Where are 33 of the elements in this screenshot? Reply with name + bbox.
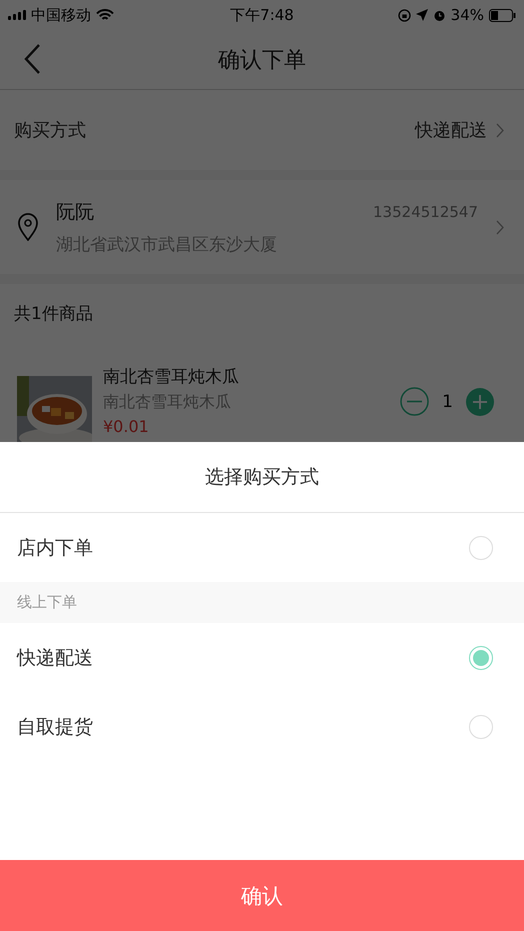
radio-button[interactable] [469, 536, 493, 560]
chevron-icon [496, 220, 504, 234]
option-label: 自取提货 [17, 714, 93, 740]
quantity-value: 1 [442, 392, 453, 412]
option-label: 快递配送 [17, 646, 93, 670]
rotation-lock-icon [398, 8, 411, 22]
page-title: 确认下单 [218, 46, 306, 74]
plus-button[interactable] [466, 388, 494, 416]
signal-icon [8, 10, 26, 20]
back-icon[interactable] [24, 44, 40, 74]
location-pin-icon [18, 213, 38, 241]
location-icon [416, 9, 428, 21]
carrier-name: 中国移动 [31, 6, 91, 24]
minus-button[interactable] [400, 387, 430, 416]
product-name: 南北杏雪耳炖木瓜 [103, 366, 240, 388]
alarm-icon [432, 8, 446, 22]
battery-icon [489, 8, 516, 22]
option-row[interactable]: 店内下单 [0, 513, 524, 582]
sheet-title: 选择购买方式 [205, 465, 319, 490]
option-label: 店内下单 [17, 536, 93, 560]
option-row[interactable]: 快递配送 [0, 623, 524, 692]
purchase-method-label: 购买方式 [14, 119, 86, 142]
status-time: 下午7:48 [230, 6, 294, 24]
chevron-icon [496, 122, 504, 138]
product-price: ¥0.01 [103, 417, 150, 436]
battery-percent: 34% [450, 6, 484, 24]
recipient-name: 阮阮 [56, 200, 94, 224]
radio-button[interactable] [469, 646, 493, 670]
option-row[interactable]: 自取提货 [0, 692, 524, 761]
radio-button[interactable] [469, 714, 493, 738]
wifi-icon [96, 8, 114, 22]
section-label: 线上下单 [17, 593, 77, 612]
item-count: 共1件商品 [14, 304, 93, 324]
